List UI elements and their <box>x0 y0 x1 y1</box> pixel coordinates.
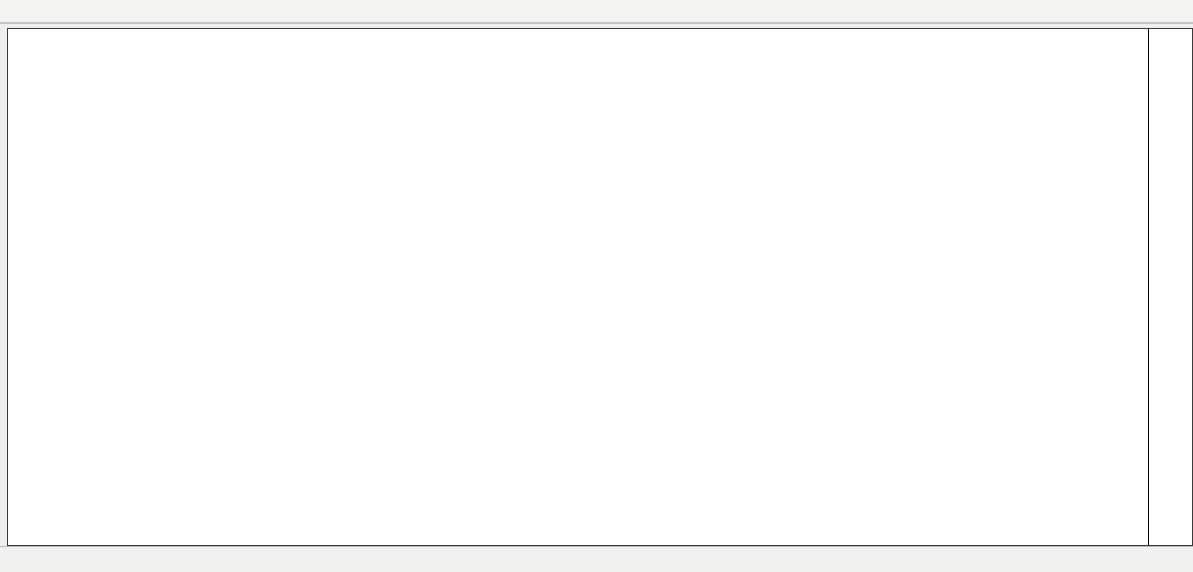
chart-window <box>7 28 1193 546</box>
symbol-tab-bar <box>0 546 1193 572</box>
chart-canvas[interactable] <box>8 29 1148 545</box>
price-axis[interactable] <box>1148 29 1192 545</box>
chart-title <box>15 37 28 51</box>
period-toolbar <box>0 0 1193 24</box>
